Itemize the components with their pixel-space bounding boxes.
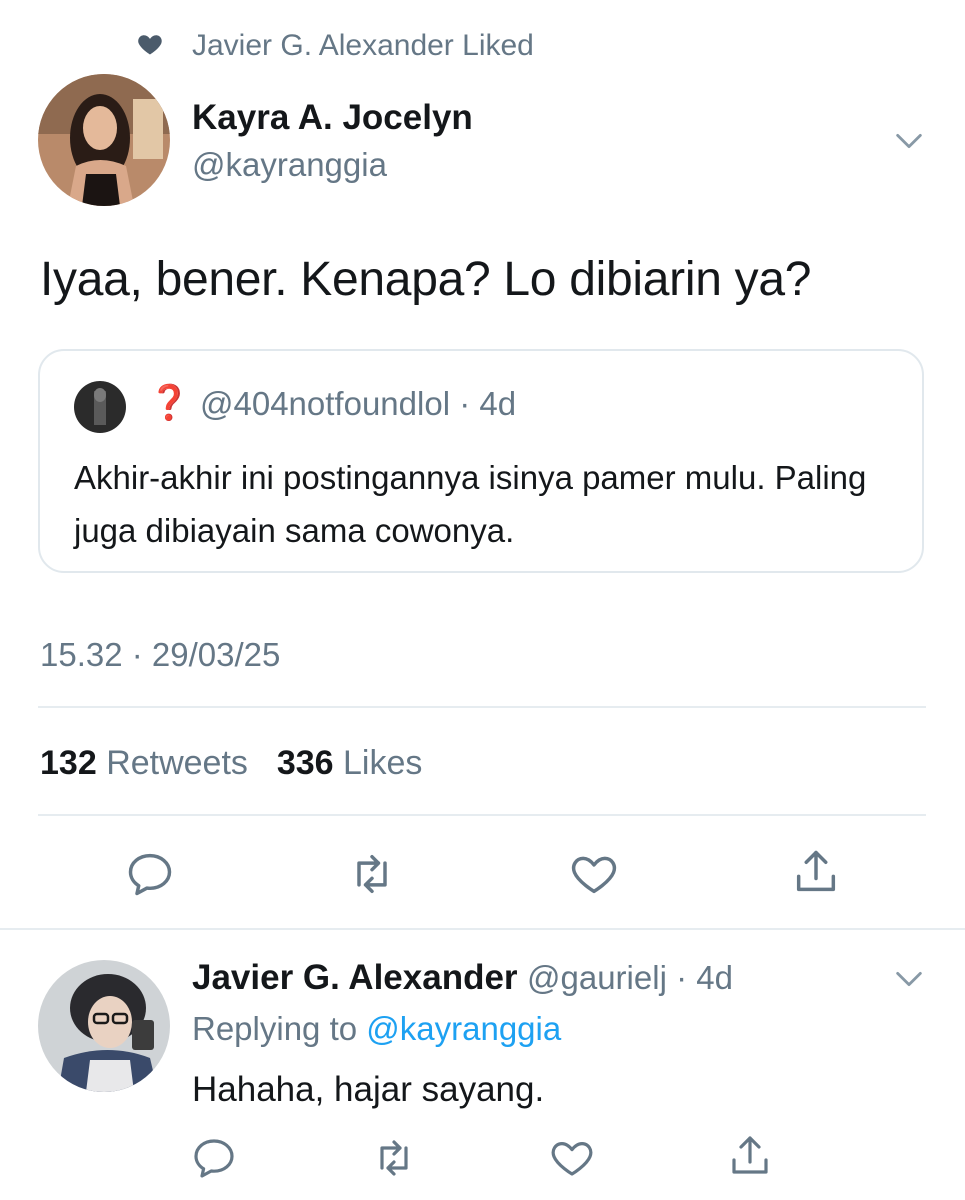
reply-header: Javier G. Alexander @gaurielj · 4d — [192, 958, 733, 998]
likes-count[interactable]: 336 — [277, 744, 334, 782]
quoted-author-name: ❓ — [148, 384, 191, 422]
reply-author-name[interactable]: Javier G. Alexander — [192, 958, 518, 997]
divider — [38, 706, 926, 708]
heart-icon — [136, 30, 164, 63]
reply-text: Hahaha, hajar sayang. — [192, 1070, 545, 1109]
likes-label[interactable]: Likes — [343, 744, 422, 782]
retweets-label[interactable]: Retweets — [106, 744, 248, 782]
divider — [0, 928, 965, 930]
retweet-icon[interactable] — [370, 1134, 418, 1182]
quoted-avatar — [74, 381, 126, 433]
like-icon[interactable] — [568, 848, 620, 900]
reply-icon[interactable] — [124, 848, 176, 900]
retweet-icon[interactable] — [346, 848, 398, 900]
tweet-stats: 132 Retweets 336 Likes — [40, 744, 422, 783]
replying-to-mention[interactable]: @kayranggia — [366, 1010, 561, 1047]
social-context: Javier G. Alexander Liked — [136, 26, 534, 66]
chevron-down-icon[interactable] — [892, 124, 926, 158]
share-icon[interactable] — [726, 1132, 774, 1180]
retweets-count[interactable]: 132 — [40, 744, 97, 782]
reply-author-handle[interactable]: @gaurielj · 4d — [527, 959, 733, 996]
quoted-tweet-text: Akhir-akhir ini postingannya isinya pame… — [74, 459, 867, 549]
tweet-timestamp: 15.32 · 29/03/25 — [40, 636, 281, 673]
share-icon[interactable] — [790, 846, 842, 898]
chevron-down-icon[interactable] — [892, 962, 926, 996]
replying-to-label: Replying to — [192, 1010, 358, 1047]
author-name[interactable]: Kayra A. Jocelyn — [192, 98, 473, 138]
replying-to: Replying to @kayranggia — [192, 1010, 561, 1048]
author-avatar[interactable] — [38, 74, 170, 206]
tweet-text: Iyaa, bener. Kenapa? Lo dibiarin ya? — [40, 253, 812, 306]
reply-author-avatar[interactable] — [38, 960, 170, 1092]
author-handle[interactable]: @kayranggia — [192, 146, 387, 184]
quoted-author-handle: @404notfoundlol · 4d — [200, 385, 517, 422]
like-icon[interactable] — [548, 1134, 596, 1182]
reply-icon[interactable] — [190, 1134, 238, 1182]
quoted-tweet-card[interactable]: ❓ @404notfoundlol · 4d Akhir-akhir ini p… — [38, 349, 924, 573]
divider — [38, 814, 926, 816]
liked-by-label: Javier G. Alexander Liked — [192, 29, 534, 62]
